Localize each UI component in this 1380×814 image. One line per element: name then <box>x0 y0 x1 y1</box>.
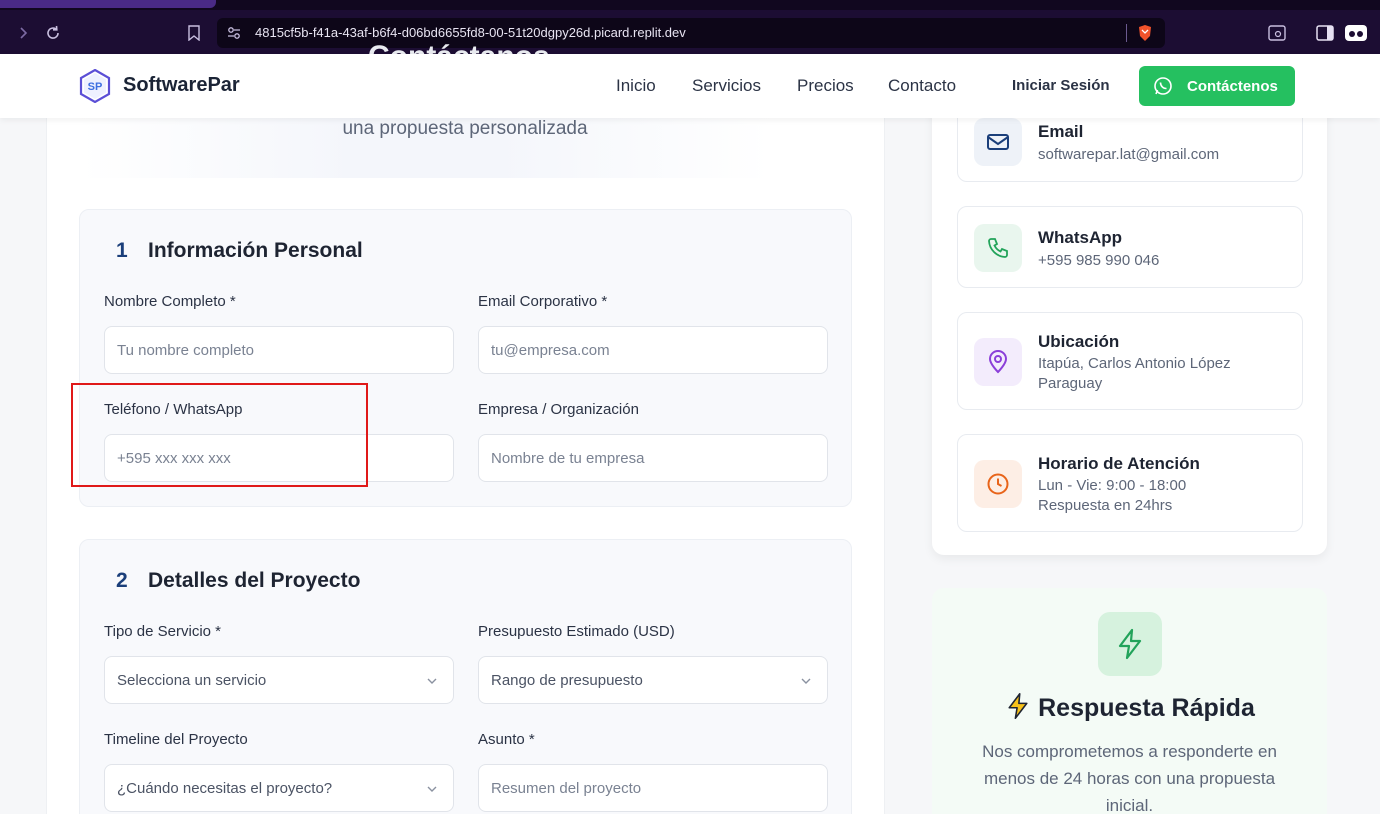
page-subtitle: una propuesta personalizada <box>342 118 588 139</box>
quick-response-panel: Respuesta Rápida Nos comprometemos a res… <box>932 588 1327 814</box>
budget-select[interactable]: Rango de presupuesto <box>478 656 828 704</box>
section-title: Información Personal <box>148 239 363 262</box>
reader-mode-icon[interactable] <box>1266 22 1288 44</box>
active-tab[interactable] <box>0 0 216 8</box>
highlight-annotation <box>71 383 368 487</box>
login-link[interactable]: Iniciar Sesión <box>1012 77 1110 94</box>
nav-precios[interactable]: Precios <box>797 76 854 96</box>
reload-icon[interactable] <box>42 22 64 44</box>
brand-name[interactable]: SoftwarePar <box>123 74 240 97</box>
nav-inicio[interactable]: Inicio <box>616 76 656 96</box>
chevron-down-icon <box>799 674 813 688</box>
company-field[interactable] <box>491 449 815 467</box>
chevron-down-icon <box>425 782 439 796</box>
section-title: Detalles del Proyecto <box>148 569 361 592</box>
service-type-select[interactable]: Selecciona un servicio <box>104 656 454 704</box>
url-text[interactable]: 4815cf5b-f41a-43af-b6f4-d06bd6655fd8-00-… <box>255 25 686 40</box>
full-name-field[interactable] <box>117 341 441 359</box>
lightning-emoji-icon <box>1004 692 1032 720</box>
chevron-down-icon <box>425 674 439 688</box>
section-number: 1 <box>116 239 128 262</box>
site-settings-icon[interactable] <box>227 26 241 45</box>
site-header: SP SoftwarePar Inicio Servicios Precios … <box>0 54 1380 118</box>
quick-response-title-text: Respuesta Rápida <box>1038 694 1255 722</box>
subject-input[interactable] <box>478 764 828 812</box>
email-field[interactable] <box>491 341 815 359</box>
clock-icon <box>974 460 1022 508</box>
full-name-input[interactable] <box>104 326 454 374</box>
private-window-icon[interactable] <box>1345 22 1367 44</box>
quick-response-title: Respuesta Rápida <box>932 692 1327 723</box>
budget-label: Presupuesto Estimado (USD) <box>478 623 675 640</box>
contact-cta-label: Contáctenos <box>1187 77 1278 95</box>
quick-response-text: Nos comprometemos a responderte en menos… <box>982 742 1277 814</box>
company-label: Empresa / Organización <box>478 401 639 418</box>
info-card-location: Ubicación Itapúa, Carlos Antonio López P… <box>957 312 1303 410</box>
timeline-select[interactable]: ¿Cuándo necesitas el proyecto? <box>104 764 454 812</box>
full-name-label: Nombre Completo * <box>104 293 236 310</box>
bookmark-icon[interactable] <box>183 22 205 44</box>
nav-contacto[interactable]: Contacto <box>888 76 956 96</box>
info-line: Respuesta en 24hrs <box>1038 497 1173 514</box>
brave-shield-icon[interactable] <box>1137 24 1153 42</box>
address-bar[interactable]: 4815cf5b-f41a-43af-b6f4-d06bd6655fd8-00-… <box>217 18 1165 48</box>
subject-label: Asunto * <box>478 731 535 748</box>
info-line: Itapúa, Carlos Antonio López <box>1038 355 1231 372</box>
phone-icon <box>974 224 1022 272</box>
nav-servicios[interactable]: Servicios <box>692 76 761 96</box>
info-title: Ubicación <box>1038 332 1120 351</box>
mail-icon <box>974 118 1022 166</box>
info-line: Paraguay <box>1038 375 1103 392</box>
info-line[interactable]: +595 985 990 046 <box>1038 252 1159 269</box>
svg-text:SP: SP <box>88 81 103 93</box>
lightning-icon <box>1098 612 1162 676</box>
info-line: Lun - Vie: 9:00 - 18:00 <box>1038 477 1187 494</box>
softwarepar-logo-icon[interactable]: SP <box>79 68 111 104</box>
info-title: WhatsApp <box>1038 228 1123 247</box>
url-divider <box>1126 24 1127 42</box>
whatsapp-icon <box>1153 76 1173 96</box>
email-input[interactable] <box>478 326 828 374</box>
budget-value: Rango de presupuesto <box>491 671 643 689</box>
section-number: 2 <box>116 569 128 592</box>
sidebar-toggle-icon[interactable] <box>1314 22 1336 44</box>
info-title: Horario de Atención <box>1038 454 1200 473</box>
company-input[interactable] <box>478 434 828 482</box>
info-card-whatsapp: WhatsApp +595 985 990 046 <box>957 206 1303 288</box>
browser-toolbar: 4815cf5b-f41a-43af-b6f4-d06bd6655fd8-00-… <box>0 0 1380 54</box>
contact-cta-button[interactable]: Contáctenos <box>1139 66 1295 106</box>
forward-icon[interactable] <box>12 22 34 44</box>
map-pin-icon <box>974 338 1022 386</box>
service-type-label: Tipo de Servicio * <box>104 623 221 640</box>
info-card-hours: Horario de Atención Lun - Vie: 9:00 - 18… <box>957 434 1303 532</box>
service-type-value: Selecciona un servicio <box>117 671 267 689</box>
timeline-label: Timeline del Proyecto <box>104 731 248 748</box>
timeline-value: ¿Cuándo necesitas el proyecto? <box>117 779 333 797</box>
info-title: Email <box>1038 122 1084 141</box>
email-label: Email Corporativo * <box>478 293 608 310</box>
info-line[interactable]: softwarepar.lat@gmail.com <box>1038 146 1219 163</box>
subject-field[interactable] <box>491 779 815 797</box>
